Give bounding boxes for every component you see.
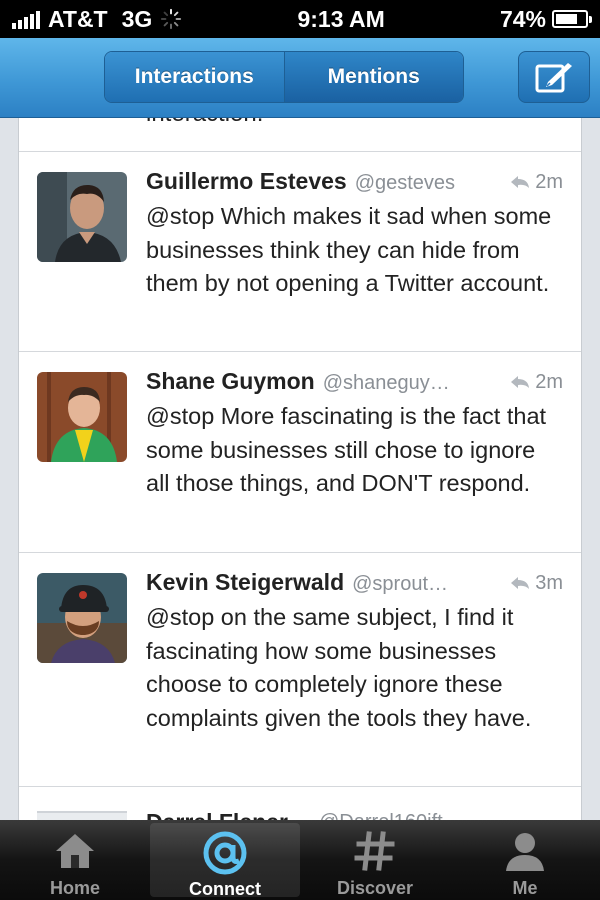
tweet-text: @stop on the same subject, I find it fas… <box>146 604 532 731</box>
battery-icon <box>551 10 592 28</box>
tweet-header: Shane Guymon @shaneguy… 2m <box>146 368 563 400</box>
battery-percent: 74% <box>499 5 546 32</box>
tweet-time: 3m <box>510 572 563 595</box>
tweet-list: interaction. Guillermo Esteves @gesteves <box>18 118 582 820</box>
tweet-author-name: Darrel Flener <box>146 809 288 820</box>
tweet-author-handle: @shaneguy… <box>322 372 450 394</box>
partial-tweet-top: interaction. <box>19 118 581 152</box>
timeline[interactable]: interaction. Guillermo Esteves @gesteves <box>0 118 600 820</box>
tweet-row[interactable]: Shane Guymon @shaneguy… 2m @stop More fa… <box>19 352 581 553</box>
tab-label: Me <box>512 878 538 898</box>
tab-bar: Home Connect Discover Me <box>0 820 600 900</box>
hashtag-icon <box>351 828 399 874</box>
signal-strength-icon <box>12 9 40 29</box>
at-sign-icon <box>201 831 249 875</box>
person-icon <box>501 828 549 874</box>
tab-home[interactable]: Home <box>0 820 150 900</box>
tab-label: Connect <box>189 879 261 899</box>
segmented-control: Interactions Mentions <box>104 51 464 103</box>
partial-tweet-bottom[interactable]: Darrel Flener @Darrel160ift… <box>19 787 581 820</box>
avatar[interactable] <box>37 172 127 262</box>
tweet-time-label: 2m <box>535 370 563 393</box>
tab-label: Discover <box>336 878 414 898</box>
tweet-time: 2m <box>510 171 563 194</box>
tweet-author-handle: @Darrel160ift… <box>319 811 463 820</box>
avatar <box>37 811 127 820</box>
tweet-row[interactable]: Guillermo Esteves @gesteves 2m @stop Whi… <box>19 152 581 352</box>
tweet-text: @stop More fascinating is the fact that … <box>146 403 547 497</box>
compose-button[interactable] <box>518 51 590 103</box>
nav-bar: Interactions Mentions <box>0 38 600 118</box>
network-label: 3G <box>121 5 153 32</box>
status-left: AT&T 3G <box>12 6 182 33</box>
home-icon <box>51 828 99 874</box>
tab-discover[interactable]: Discover <box>300 820 450 900</box>
reply-arrow-icon <box>511 176 530 188</box>
tweet-author-name[interactable]: Shane Guymon <box>146 368 315 395</box>
partial-tweet-text: interaction. <box>146 118 263 128</box>
tweet-text: @stop Which makes it sad when some busin… <box>146 203 552 297</box>
tweet-header: Kevin Steigerwald @sprout… 3m <box>146 569 563 601</box>
tweet-header: Guillermo Esteves @gesteves 2m <box>146 168 563 200</box>
tweet-author-handle: @gesteves <box>354 172 456 194</box>
tab-me[interactable]: Me <box>450 820 600 900</box>
avatar[interactable] <box>37 573 127 663</box>
tab-connect[interactable]: Connect <box>150 823 300 899</box>
activity-spinner-icon <box>161 8 182 30</box>
tab-label: Home <box>49 878 100 898</box>
tweet-author-name[interactable]: Kevin Steigerwald <box>146 569 344 596</box>
tweet-time: 2m <box>510 371 563 394</box>
tweet-time-label: 3m <box>535 571 563 594</box>
battery-fill <box>555 14 577 24</box>
tweet-row[interactable]: Kevin Steigerwald @sprout… 3m @stop on t… <box>19 553 581 787</box>
status-bar: AT&T 3G 9:13 AM 74% <box>0 0 600 38</box>
tab-interactions[interactable]: Interactions <box>105 52 284 102</box>
status-time: 9:13 AM <box>297 5 385 32</box>
carrier-label: AT&T <box>48 5 108 32</box>
reply-arrow-icon <box>511 577 530 589</box>
status-right: 74% <box>499 5 592 33</box>
tweet-author-handle: @sprout… <box>352 573 449 595</box>
tweet-author-name[interactable]: Guillermo Esteves <box>146 168 347 195</box>
compose-icon <box>535 63 572 93</box>
avatar[interactable] <box>37 372 127 462</box>
tab-mentions[interactable]: Mentions <box>283 52 463 102</box>
reply-arrow-icon <box>511 376 530 388</box>
tweet-time-label: 2m <box>535 170 563 193</box>
